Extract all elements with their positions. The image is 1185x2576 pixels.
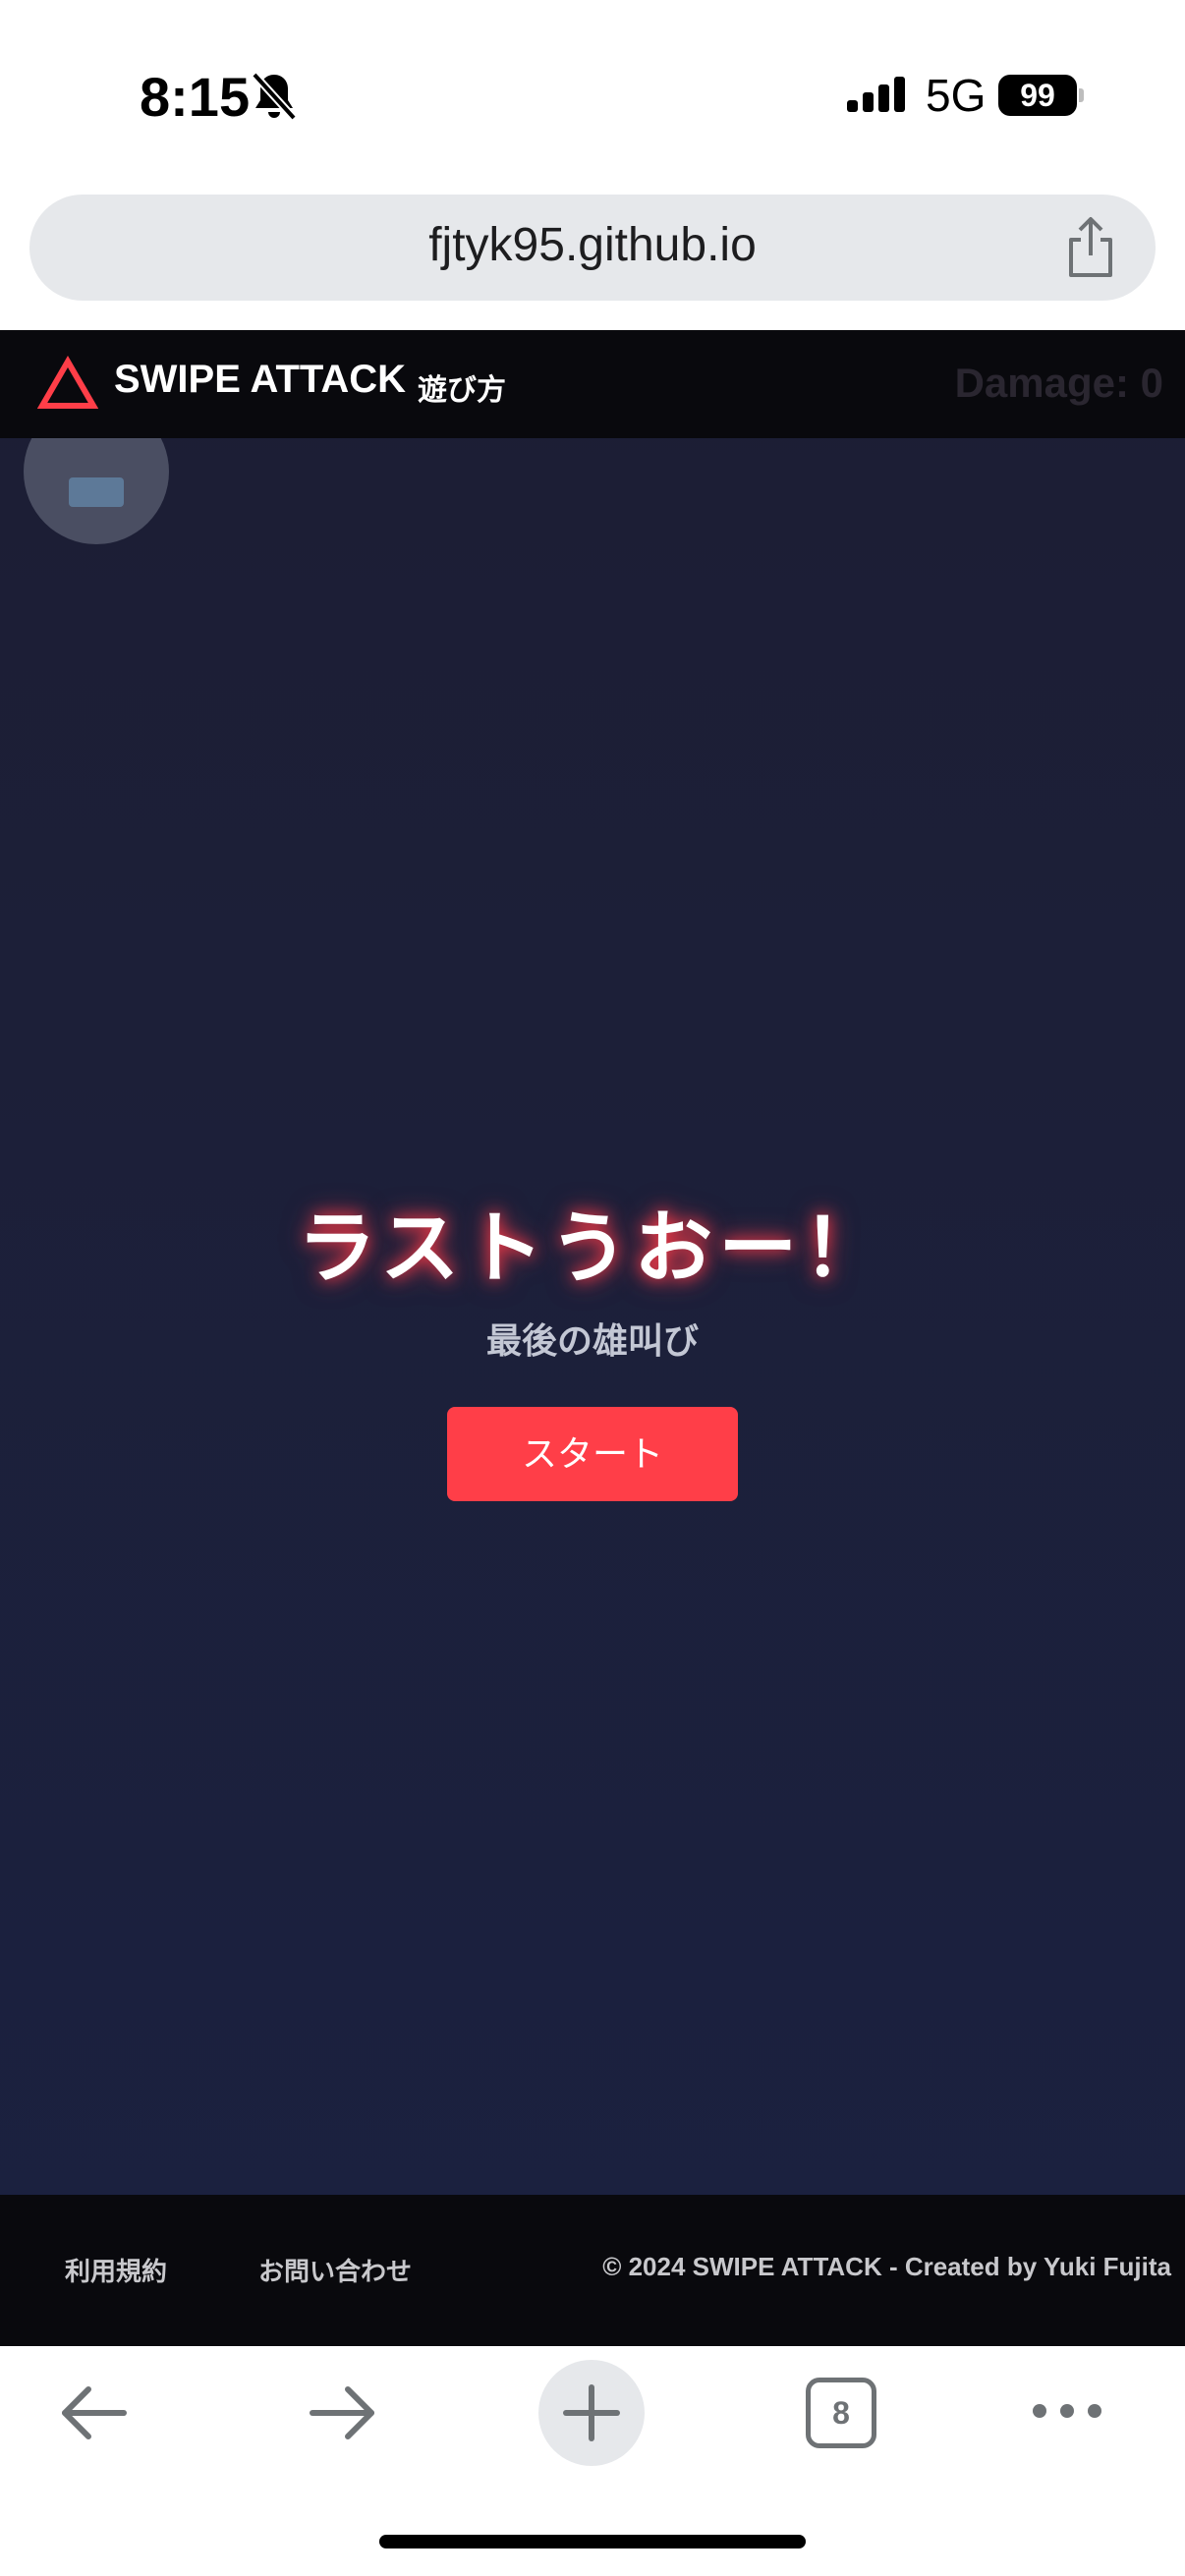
bell-muted-icon — [252, 72, 297, 121]
how-to-play-link[interactable]: 遊び方 — [418, 365, 506, 409]
battery-level: 99 — [998, 75, 1077, 116]
game-title: ラストうおー！ — [297, 1203, 888, 1294]
game-subtitle: 最後の雄叫び — [485, 1321, 699, 1362]
terms-link[interactable]: 利用規約 — [65, 2252, 167, 2288]
more-icon[interactable] — [1030, 2391, 1104, 2431]
signal-icon — [847, 77, 905, 112]
back-icon[interactable] — [55, 2374, 134, 2452]
pause-icon — [69, 477, 124, 507]
address-bar[interactable]: fjtyk95.github.io — [29, 195, 1156, 301]
share-icon[interactable] — [1063, 214, 1118, 281]
status-bar: 8:15 5G 99 — [0, 0, 1185, 187]
tab-count-button[interactable]: 8 — [806, 2378, 876, 2448]
status-time: 8:15 — [140, 66, 251, 128]
brand-name[interactable]: SWIPE ATTACK — [114, 358, 406, 402]
triangle-logo-icon — [37, 356, 98, 409]
network-type: 5G — [926, 70, 987, 121]
url-text[interactable]: fjtyk95.github.io — [29, 218, 1156, 272]
home-indicator[interactable] — [379, 2535, 806, 2548]
contact-link[interactable]: お問い合わせ — [258, 2252, 412, 2288]
new-tab-button[interactable] — [538, 2360, 645, 2466]
start-button[interactable]: スタート — [447, 1407, 738, 1501]
battery-nub — [1079, 88, 1084, 102]
site-header: SWIPE ATTACK 遊び方 Damage: 0 — [0, 330, 1185, 438]
forward-icon[interactable] — [303, 2374, 381, 2452]
site-footer: 利用規約 お問い合わせ © 2024 SWIPE ATTACK - Create… — [0, 2195, 1185, 2346]
game-page: SWIPE ATTACK 遊び方 Damage: 0 ラストうおー！ 最後の雄叫… — [0, 330, 1185, 2346]
new-tab-icon — [563, 2384, 620, 2441]
damage-counter: Damage: 0 — [954, 360, 1163, 406]
copyright-text: © 2024 SWIPE ATTACK - Created by Yuki Fu… — [602, 2252, 1171, 2281]
